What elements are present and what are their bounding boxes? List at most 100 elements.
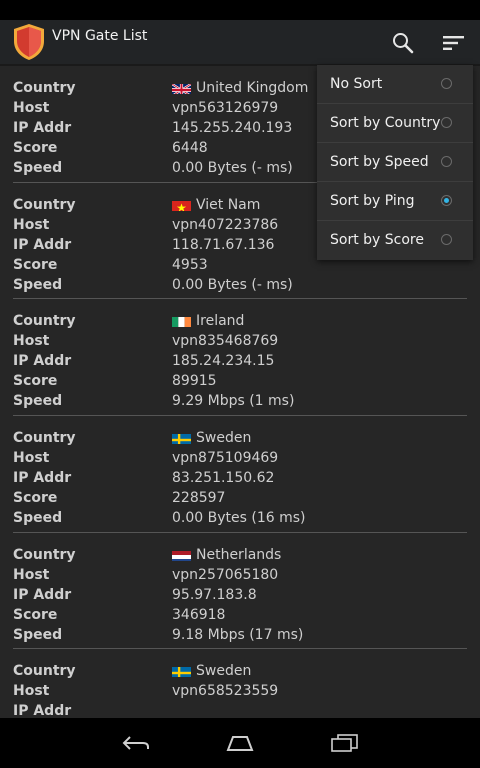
search-icon: [393, 33, 414, 54]
host-text: vpn563126979: [172, 100, 279, 116]
flag-icon: [172, 549, 191, 561]
host-label: Host: [13, 566, 50, 583]
recents-button[interactable]: [304, 718, 384, 768]
radio-button[interactable]: [441, 78, 452, 89]
country-text: Netherlands: [196, 546, 282, 563]
entry-row-ip: IP Addr: [13, 701, 467, 718]
sort-option[interactable]: Sort by Country: [317, 104, 473, 143]
ip-text: 145.255.240.193: [172, 120, 293, 136]
speed-value: 9.29 Mbps (1 ms): [172, 391, 294, 411]
recents-icon: [331, 734, 358, 752]
radio-button[interactable]: [441, 156, 452, 167]
entry-row-speed: Speed 0.00 Bytes (- ms): [13, 275, 467, 295]
country-text: Viet Nam: [196, 196, 261, 213]
host-value: vpn407223786: [172, 215, 278, 235]
host-text: vpn407223786: [172, 216, 279, 233]
score-text: 228597: [172, 490, 226, 507]
ip-label: IP Addr: [13, 470, 72, 487]
shield-icon: [14, 24, 44, 60]
sort-option[interactable]: No Sort: [317, 65, 473, 104]
country-value: Ireland: [172, 311, 244, 331]
ip-value: 83.251.150.62: [172, 468, 274, 488]
score-text: 4953: [172, 256, 208, 273]
home-button[interactable]: [200, 718, 280, 768]
radio-button[interactable]: [441, 195, 452, 206]
speed-label: Speed: [13, 626, 63, 643]
ip-label: IP Addr: [13, 586, 72, 603]
radio-button[interactable]: [441, 234, 452, 245]
entry-row-country: Country Netherlands: [13, 545, 467, 565]
app-title: VPN Gate List: [52, 28, 148, 44]
score-label: Score: [13, 606, 58, 623]
ip-text: 95.97.183.8: [172, 586, 257, 603]
radio-button[interactable]: [441, 117, 452, 128]
sort-icon: [443, 36, 464, 50]
score-value: 346918: [172, 605, 225, 625]
speed-text: 0.00 Bytes (- ms): [172, 160, 293, 176]
host-label: Host: [13, 100, 50, 116]
host-value: vpn563126979: [172, 98, 278, 118]
score-label: Score: [13, 256, 58, 273]
sort-option-label: Sort by Country: [330, 115, 441, 131]
server-entry[interactable]: Country Sweden Host vpn875109469 IP Addr 83.2…: [13, 416, 467, 533]
ip-text: 83.251.150.62: [172, 470, 275, 487]
sort-option[interactable]: Sort by Score: [317, 221, 473, 260]
entry-row-host: Host vpn835468769: [13, 331, 467, 351]
server-entry[interactable]: Country Ireland Host vpn835468769 IP Addr 185…: [13, 299, 467, 417]
ip-value: 95.97.183.8: [172, 585, 257, 605]
search-button[interactable]: [377, 20, 429, 66]
host-text: vpn835468769: [172, 333, 279, 350]
country-label: Country: [13, 663, 76, 680]
sort-option-label: Sort by Score: [330, 232, 424, 248]
speed-text: 0.00 Bytes (- ms): [172, 276, 293, 293]
host-text: vpn875109469: [172, 450, 279, 467]
speed-value: 0.00 Bytes (- ms): [172, 158, 293, 178]
host-value: vpn875109469: [172, 448, 278, 468]
entry-row-speed: Speed 9.29 Mbps (1 ms): [13, 391, 467, 411]
speed-text: 9.29 Mbps (1 ms): [172, 393, 295, 410]
country-value: Sweden: [172, 428, 251, 448]
sort-option-label: No Sort: [330, 76, 383, 92]
sort-menu: No Sort Sort by Country Sort by Speed Sort …: [317, 65, 473, 260]
score-value: 89915: [172, 371, 217, 391]
sort-button[interactable]: [428, 20, 480, 66]
entry-row-score: Score 89915: [13, 371, 467, 391]
country-text: United Kingdom: [196, 80, 309, 96]
score-text: 346918: [172, 606, 226, 623]
ip-text: 185.24.234.15: [172, 353, 275, 370]
entry-row-ip: IP Addr 95.97.183.8: [13, 585, 467, 605]
sort-option[interactable]: Sort by Speed: [317, 143, 473, 182]
entry-row-score: Score 346918: [13, 605, 467, 625]
back-button[interactable]: [96, 718, 176, 768]
navigation-bar: [0, 718, 480, 768]
entry-row-country: Country Sweden: [13, 661, 467, 681]
host-label: Host: [13, 683, 50, 700]
score-label: Score: [13, 140, 58, 156]
country-text: Sweden: [196, 663, 252, 680]
entry-row-country: Country Ireland: [13, 311, 467, 331]
flag-icon: [172, 199, 191, 211]
flag-icon: [172, 315, 191, 328]
score-label: Score: [13, 373, 58, 390]
server-entry[interactable]: CountrySwedenHostvpn658523559IP AddrScor…: [13, 649, 467, 718]
ip-label: IP Addr: [13, 353, 72, 370]
country-value: Netherlands: [172, 545, 281, 565]
speed-label: Speed: [13, 160, 63, 176]
entry-row-host: Host vpn658523559: [13, 681, 467, 701]
country-value: Sweden: [172, 661, 251, 681]
country-label: Country: [13, 313, 76, 330]
entry-row-speed: Speed 0.00 Bytes (16 ms): [13, 508, 467, 528]
score-text: 89915: [172, 373, 217, 390]
sort-option[interactable]: Sort by Ping: [317, 182, 473, 221]
flag-icon: [172, 665, 191, 678]
server-entry[interactable]: Country Netherlands Host vpn257065180 IP Add…: [13, 533, 467, 650]
score-value: 6448: [172, 138, 208, 158]
country-label: Country: [13, 196, 76, 213]
host-label: Host: [13, 216, 50, 233]
ip-label: IP Addr: [13, 703, 72, 718]
host-value: vpn835468769: [172, 331, 278, 351]
flag-icon: [172, 82, 191, 94]
score-value: 4953: [172, 255, 208, 275]
speed-label: Speed: [13, 393, 63, 410]
action-bar: VPN Gate List: [0, 20, 480, 66]
